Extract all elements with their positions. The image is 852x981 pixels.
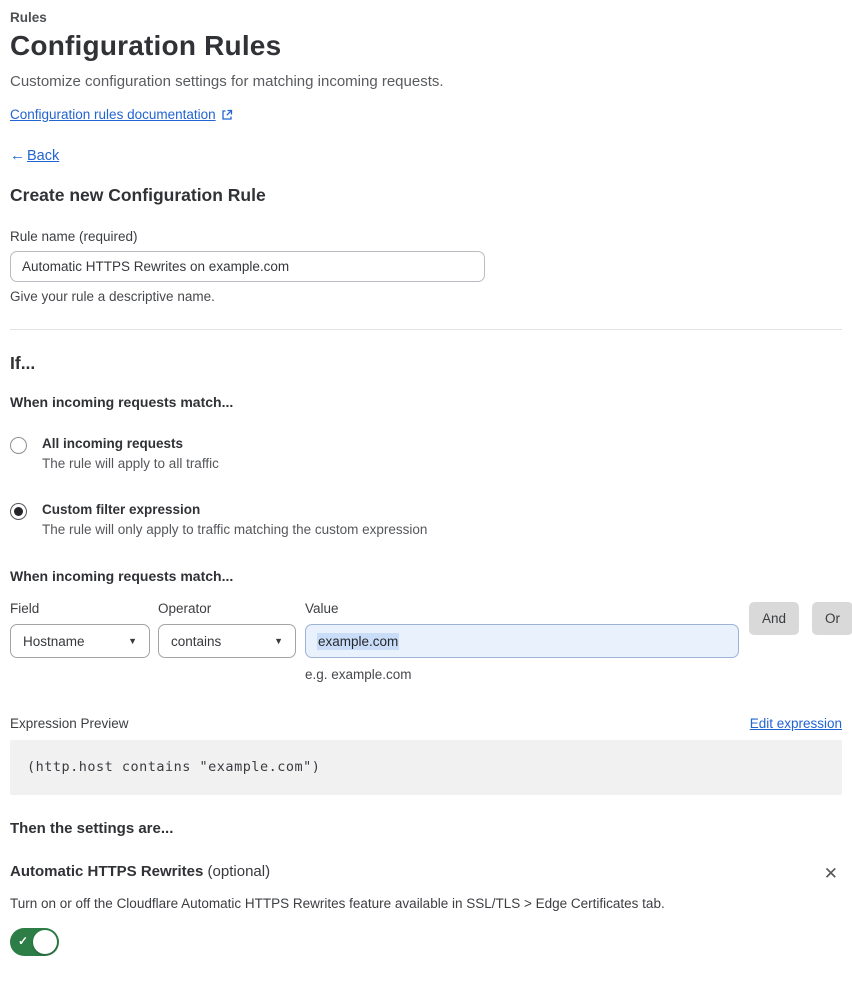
external-link-icon <box>221 109 233 121</box>
rule-name-input[interactable] <box>10 251 485 282</box>
radio-all-requests[interactable] <box>10 437 27 454</box>
radio-custom-expression[interactable] <box>10 503 27 520</box>
if-heading: If... <box>10 353 36 373</box>
setting-optional-suffix: (optional) <box>203 863 271 880</box>
expression-builder-row: Field Hostname ▼ Operator contains ▼ Val… <box>10 601 852 682</box>
automatic-https-rewrites-toggle[interactable]: ✓ <box>10 928 59 956</box>
value-column: Value example.com e.g. example.com <box>305 601 739 682</box>
back-row: ← Back <box>10 147 842 164</box>
field-column: Field Hostname ▼ <box>10 601 158 658</box>
radio-all-requests-label: All incoming requests <box>42 436 184 451</box>
field-label: Field <box>10 601 40 616</box>
value-help: e.g. example.com <box>305 667 412 682</box>
operator-select-value: contains <box>171 633 222 649</box>
expression-preview-code: (http.host contains "example.com") <box>10 740 842 795</box>
setting-description: Turn on or off the Cloudflare Automatic … <box>10 896 665 911</box>
edit-expression-link[interactable]: Edit expression <box>750 716 842 731</box>
back-arrow-icon: ← <box>10 147 25 164</box>
builder-match-label: When incoming requests match... <box>10 568 234 584</box>
radio-custom-expression-label: Custom filter expression <box>42 502 201 517</box>
documentation-link[interactable]: Configuration rules documentation <box>10 107 216 122</box>
rule-name-help: Give your rule a descriptive name. <box>10 289 215 304</box>
or-button[interactable]: Or <box>812 602 852 635</box>
close-icon[interactable]: ✕ <box>820 863 842 884</box>
documentation-link-row: Configuration rules documentation <box>10 107 842 122</box>
match-label: When incoming requests match... <box>10 394 234 410</box>
divider <box>10 329 842 330</box>
setting-name: Automatic HTTPS Rewrites <box>10 863 204 880</box>
setting-card-title: Automatic HTTPS Rewrites (optional) <box>10 863 270 880</box>
field-select-value: Hostname <box>23 633 85 649</box>
operator-select[interactable]: contains ▼ <box>158 624 296 658</box>
operator-label: Operator <box>158 601 212 616</box>
chevron-down-icon: ▼ <box>128 636 137 646</box>
toggle-knob <box>33 930 57 954</box>
operator-column: Operator contains ▼ <box>158 601 305 658</box>
expression-preview-row: Expression Preview Edit expression <box>10 716 842 731</box>
back-link[interactable]: Back <box>27 148 59 164</box>
value-input-selected-text: example.com <box>317 632 400 650</box>
and-button[interactable]: And <box>749 602 800 635</box>
radio-all-requests-description: The rule will apply to all traffic <box>42 456 219 471</box>
then-settings-heading: Then the settings are... <box>10 820 174 837</box>
value-label: Value <box>305 601 339 616</box>
page-title: Configuration Rules <box>10 30 282 61</box>
setting-card-automatic-https-rewrites: Automatic HTTPS Rewrites (optional) ✕ Tu… <box>10 863 842 961</box>
expression-preview-label: Expression Preview <box>10 716 129 731</box>
check-icon: ✓ <box>18 934 29 948</box>
setting-card-header: Automatic HTTPS Rewrites (optional) ✕ <box>10 863 842 884</box>
radio-option-all-requests: All incoming requests The rule will appl… <box>10 436 842 471</box>
field-select[interactable]: Hostname ▼ <box>10 624 150 658</box>
chevron-down-icon: ▼ <box>274 636 283 646</box>
page-subtitle: Customize configuration settings for mat… <box>10 73 444 90</box>
breadcrumb: Rules <box>10 10 47 25</box>
value-input[interactable]: example.com <box>305 624 739 658</box>
create-rule-heading: Create new Configuration Rule <box>10 185 266 205</box>
radio-custom-expression-description: The rule will only apply to traffic matc… <box>42 522 428 537</box>
radio-option-custom-expression: Custom filter expression The rule will o… <box>10 502 842 537</box>
rule-name-label: Rule name (required) <box>10 229 138 244</box>
